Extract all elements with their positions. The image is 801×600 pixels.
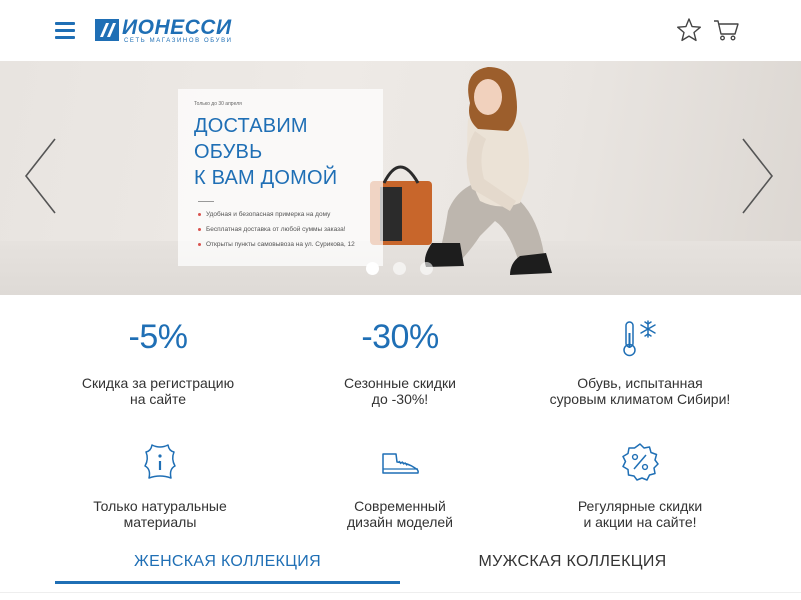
feature-value: -30% — [361, 318, 439, 356]
feature-natural-materials: Только натуральные материалы — [35, 440, 285, 530]
feature-text: Современный дизайн моделей — [346, 498, 453, 530]
tab-women-collection[interactable]: ЖЕНСКАЯ КОЛЛЕКЦИЯ — [55, 540, 400, 584]
hamburger-icon[interactable] — [55, 22, 75, 39]
promo-title-line2: К ВАМ ДОМОЙ — [194, 167, 338, 189]
promo-bullet: Удобная и безопасная примерка на дому — [198, 210, 367, 219]
feature-text: Только натуральные материалы — [93, 498, 227, 530]
star-icon[interactable] — [675, 16, 703, 44]
chevron-left-icon[interactable] — [22, 136, 58, 216]
promo-divider — [198, 201, 214, 202]
feature-value: -5% — [128, 318, 188, 356]
slider-dot[interactable] — [366, 262, 379, 275]
promo-list: Удобная и безопасная примерка на дому Бе… — [198, 210, 367, 249]
site-logo[interactable]: ИОНЕССИ СЕТЬ МАГАЗИНОВ ОБУВИ — [95, 16, 267, 44]
logo-mark-icon — [95, 19, 119, 41]
cart-icon[interactable] — [712, 16, 740, 44]
feature-text: Скидка за регистрацию на сайте — [81, 375, 235, 407]
logo-name: ИОНЕССИ — [122, 16, 232, 39]
hero-banner[interactable]: Только до 30 апреля ДОСТАВИМ ОБУВЬ К ВАМ… — [0, 61, 801, 295]
leather-icon — [35, 440, 285, 484]
feature-siberian-climate: Обувь, испытанная суровым климатом Сибир… — [515, 317, 765, 407]
feature-modern-design: Современный дизайн моделей — [275, 440, 525, 530]
percent-badge-icon — [515, 440, 765, 484]
divider — [0, 592, 801, 593]
shoe-icon — [275, 440, 525, 484]
feature-registration-discount: -5% Скидка за регистрацию на сайте — [33, 317, 283, 407]
feature-seasonal-discount: -30% Сезонные скидки до -30%! — [275, 317, 525, 407]
feature-text: Сезонные скидки до -30%! — [344, 375, 456, 407]
feature-regular-discounts: Регулярные скидки и акции на сайте! — [515, 440, 765, 530]
slider-dot[interactable] — [393, 262, 406, 275]
logo-subtitle: СЕТЬ МАГАЗИНОВ ОБУВИ — [124, 38, 233, 44]
promo-bullet: Открыты пункты самовывоза на ул. Суриков… — [198, 240, 367, 249]
site-header: ИОНЕССИ СЕТЬ МАГАЗИНОВ ОБУВИ — [0, 0, 801, 61]
hero-photo — [370, 67, 552, 275]
promo-card: Только до 30 апреля ДОСТАВИМ ОБУВЬ К ВАМ… — [178, 89, 383, 266]
tab-men-collection[interactable]: МУЖСКАЯ КОЛЛЕКЦИЯ — [400, 540, 745, 584]
thermometer-snowflake-icon — [515, 317, 765, 361]
feature-text: Регулярные скидки и акции на сайте! — [577, 498, 703, 530]
slider-dot[interactable] — [420, 262, 433, 275]
slider-dots — [366, 262, 433, 275]
promo-title-line1: ДОСТАВИМ ОБУВЬ — [194, 115, 308, 163]
promo-title: ДОСТАВИМ ОБУВЬ К ВАМ ДОМОЙ — [194, 113, 367, 191]
promo-bullet: Бесплатная доставка от любой суммы заказ… — [198, 225, 367, 234]
chevron-right-icon[interactable] — [740, 136, 776, 216]
collection-tabs: ЖЕНСКАЯ КОЛЛЕКЦИЯ МУЖСКАЯ КОЛЛЕКЦИЯ — [0, 540, 801, 590]
promo-note: Только до 30 апреля — [194, 101, 242, 107]
feature-text: Обувь, испытанная суровым климатом Сибир… — [549, 375, 731, 407]
